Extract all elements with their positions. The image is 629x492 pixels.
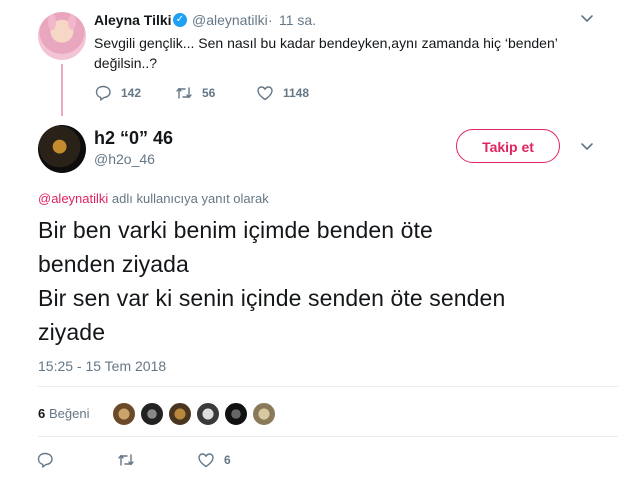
liker-avatar[interactable] bbox=[224, 402, 248, 426]
liker-avatar[interactable] bbox=[252, 402, 276, 426]
reply-context: @aleynatilki adlı kullanıcıya yanıt olar… bbox=[38, 191, 269, 206]
retweet-icon bbox=[176, 87, 192, 99]
main-like-count: 6 bbox=[224, 453, 231, 467]
liker-avatar[interactable] bbox=[140, 402, 164, 426]
parent-like-action[interactable]: 1148 bbox=[256, 84, 309, 102]
liker-avatar[interactable] bbox=[168, 402, 192, 426]
parent-tweet-text: Sevgili gençlik... Sen nasıl bu kadar be… bbox=[94, 35, 558, 71]
chevron-down-icon[interactable] bbox=[580, 11, 594, 25]
parent-author-name[interactable]: Aleyna Tilki bbox=[94, 12, 172, 28]
parent-like-count: 1148 bbox=[283, 86, 310, 100]
likes-label[interactable]: Beğeni bbox=[49, 406, 89, 421]
verified-badge-icon: ✓ bbox=[173, 13, 187, 27]
reply-context-suffix: adlı kullanıcıya yanıt olarak bbox=[108, 191, 269, 206]
thread-connector-line bbox=[61, 64, 63, 116]
parent-reply-action[interactable]: 142 bbox=[94, 84, 141, 102]
parent-time-separator: · bbox=[268, 12, 273, 28]
heart-icon bbox=[257, 86, 273, 101]
main-like-action[interactable]: 6 bbox=[197, 451, 231, 469]
parent-timestamp[interactable]: 11 sa. bbox=[279, 12, 316, 28]
parent-retweet-action[interactable]: 56 bbox=[175, 84, 215, 102]
follow-button[interactable]: Takip et bbox=[456, 129, 560, 163]
parent-reply-count: 142 bbox=[121, 86, 142, 100]
liker-avatar[interactable] bbox=[112, 402, 136, 426]
tweet-timestamp[interactable]: 15:25 - 15 Tem 2018 bbox=[38, 358, 166, 374]
avatar-bunny-ear-right bbox=[68, 14, 76, 30]
heart-icon bbox=[198, 453, 214, 468]
parent-author-handle[interactable]: @aleynatilki bbox=[192, 12, 268, 28]
main-author-name[interactable]: h2 “0” 46 bbox=[94, 128, 173, 149]
main-reply-action[interactable] bbox=[36, 451, 63, 469]
reply-to-mention-link[interactable]: @aleynatilki bbox=[38, 191, 108, 206]
avatar-bunny-ear-left bbox=[48, 14, 56, 30]
tweet-text-line: benden ziyada bbox=[38, 251, 189, 277]
reply-icon bbox=[37, 452, 53, 468]
tweet-text-line: Bir ben varki benim içimde benden öte bbox=[38, 217, 433, 243]
retweet-icon bbox=[118, 454, 134, 466]
reply-icon bbox=[95, 85, 111, 101]
divider bbox=[38, 386, 618, 387]
h2o-avatar[interactable] bbox=[38, 125, 86, 173]
main-tweet-text: Bir ben varki benim içimde benden öte be… bbox=[38, 213, 618, 349]
tweet-text-line: ziyade bbox=[38, 319, 106, 345]
likes-count[interactable]: 6 bbox=[38, 406, 45, 421]
parent-retweet-count: 56 bbox=[202, 86, 216, 100]
main-retweet-action[interactable] bbox=[117, 451, 144, 469]
tweet-text-line: Bir sen var ki senin içinde senden öte s… bbox=[38, 285, 506, 311]
aleyna-avatar[interactable] bbox=[38, 12, 86, 60]
main-author-handle[interactable]: @h2o_46 bbox=[94, 151, 155, 167]
divider bbox=[38, 436, 618, 437]
chevron-down-icon[interactable] bbox=[580, 139, 594, 153]
liker-avatar[interactable] bbox=[196, 402, 220, 426]
